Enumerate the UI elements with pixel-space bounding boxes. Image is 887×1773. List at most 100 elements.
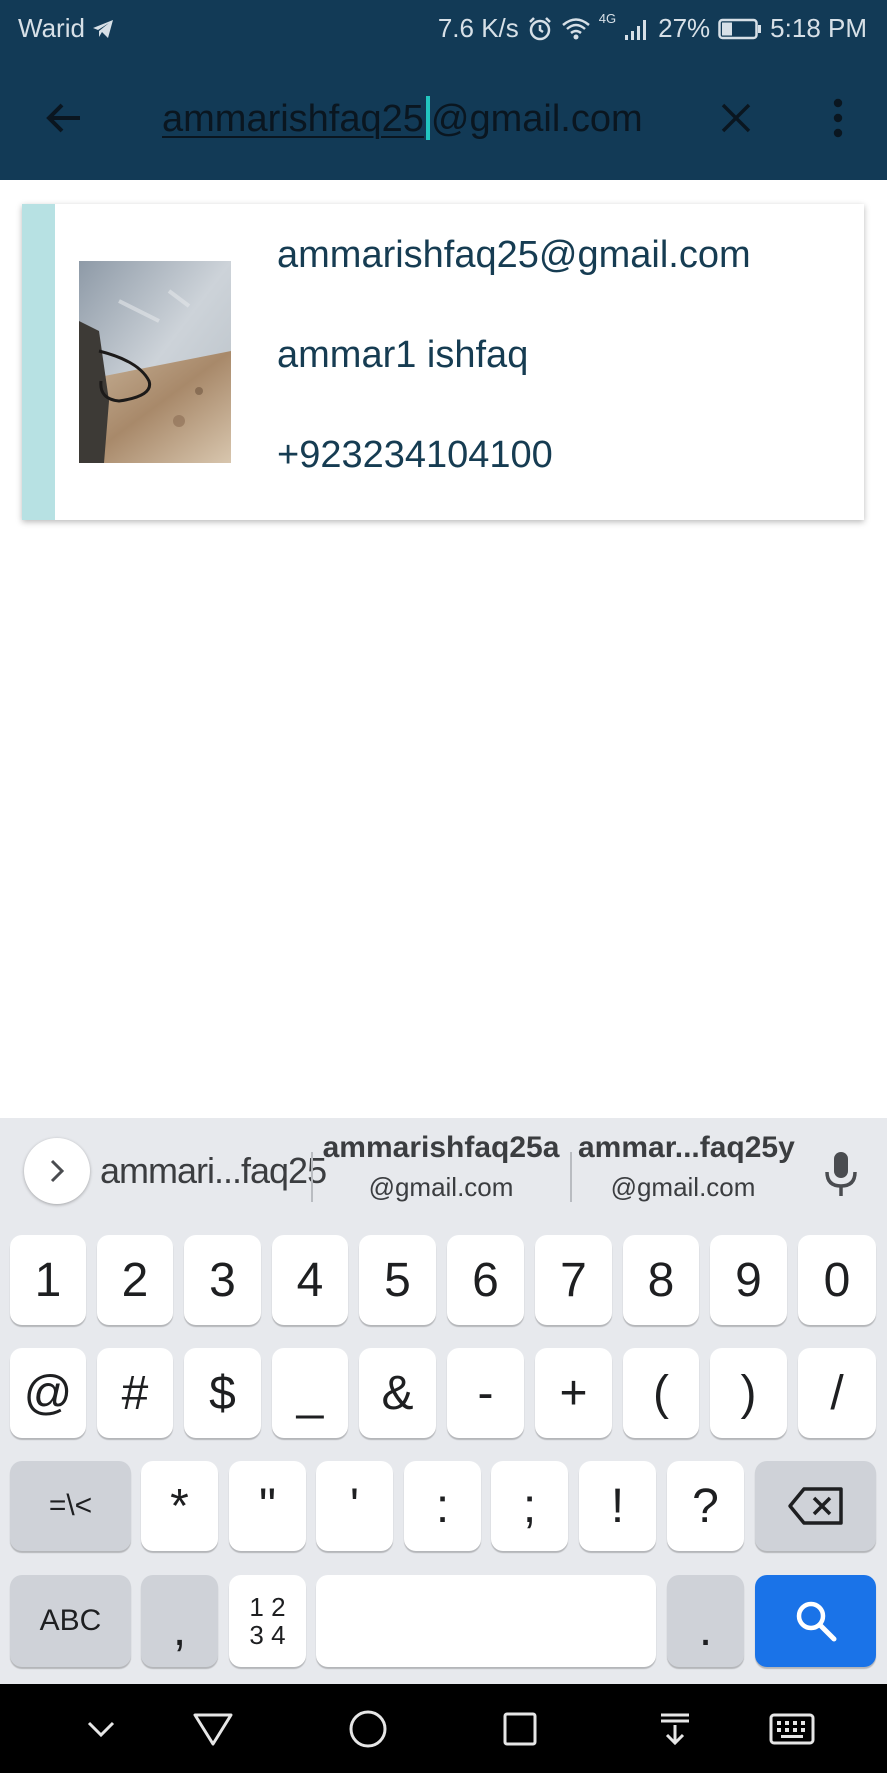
status-bar: Warid 7.6 K/s 4G 27% 5:18 PM — [0, 0, 887, 58]
suggestion-1[interactable]: ammari...faq25 — [100, 1150, 327, 1192]
hide-keyboard-button[interactable] — [76, 1704, 126, 1754]
key-3[interactable]: 3 — [184, 1235, 261, 1325]
key-colon[interactable]: : — [404, 1461, 481, 1551]
key-semicolon[interactable]: ; — [491, 1461, 568, 1551]
key-label: _ — [296, 1366, 324, 1420]
key-more-symbols[interactable]: =\< — [10, 1461, 131, 1551]
contact-result-card[interactable]: ammarishfaq25@gmail.com ammar1 ishfaq +9… — [22, 204, 864, 520]
suggestion-2[interactable]: ammarishfaq25a @gmail.com — [318, 1128, 564, 1206]
switch-keyboard-button[interactable] — [762, 1704, 822, 1754]
contact-phone: +923234104100 — [277, 434, 553, 476]
key-label: ) — [740, 1366, 757, 1420]
clock: 5:18 PM — [770, 13, 867, 43]
key-label: - — [477, 1366, 494, 1420]
suggestion-divider — [570, 1152, 572, 1202]
key-label: 7 — [560, 1253, 587, 1307]
key-comma[interactable]: , — [141, 1575, 218, 1667]
key-slash[interactable]: / — [798, 1348, 876, 1438]
key-label: $ — [209, 1366, 236, 1420]
key-label: 8 — [647, 1253, 675, 1307]
key-period[interactable]: . — [667, 1575, 744, 1667]
key-label: ; — [522, 1479, 537, 1533]
key-label: / — [830, 1366, 844, 1420]
keyboard-icon — [769, 1713, 815, 1745]
wifi-icon — [561, 17, 591, 41]
key-single-quote[interactable]: ' — [316, 1461, 393, 1551]
key-asterisk[interactable]: * — [141, 1461, 218, 1551]
search-input[interactable]: ammarishfaq25 @gmail.com — [162, 88, 670, 150]
backspace-key[interactable] — [755, 1461, 876, 1551]
carrier-name: Warid — [18, 13, 85, 43]
suggestion-divider — [311, 1152, 313, 1202]
soft-keyboard: ammari...faq25 ammarishfaq25a @gmail.com… — [0, 1118, 887, 1684]
key-close-paren[interactable]: ) — [710, 1348, 787, 1438]
search-key[interactable] — [755, 1575, 876, 1667]
key-label: , — [172, 1602, 187, 1656]
key-label: 0 — [823, 1253, 851, 1307]
telegram-icon — [91, 18, 115, 40]
battery-icon — [718, 17, 762, 41]
key-0[interactable]: 0 — [798, 1235, 876, 1325]
notification-pull-button[interactable] — [650, 1704, 700, 1754]
system-navigation-bar — [0, 1684, 887, 1773]
key-label: " — [258, 1479, 277, 1533]
key-plus[interactable]: + — [535, 1348, 612, 1438]
key-open-paren[interactable]: ( — [623, 1348, 699, 1438]
key-label: ? — [692, 1479, 719, 1533]
key-label: @ — [23, 1366, 73, 1420]
suggestion-3-line2: @gmail.com — [610, 1172, 756, 1202]
back-button[interactable] — [38, 92, 90, 144]
key-label: ABC — [39, 1604, 102, 1637]
voice-input-button[interactable] — [818, 1148, 864, 1200]
chevron-right-icon — [50, 1159, 65, 1183]
key-2[interactable]: 2 — [97, 1235, 173, 1325]
key-ampersand[interactable]: & — [359, 1348, 436, 1438]
contact-email: ammarishfaq25@gmail.com — [277, 234, 751, 276]
nav-recents-button[interactable] — [495, 1704, 545, 1754]
key-9[interactable]: 9 — [710, 1235, 787, 1325]
abc-key[interactable]: ABC — [10, 1575, 131, 1667]
key-7[interactable]: 7 — [535, 1235, 612, 1325]
key-label: & — [381, 1366, 414, 1420]
text-cursor — [425, 95, 430, 140]
contact-photo — [79, 261, 231, 463]
key-underscore[interactable]: _ — [272, 1348, 348, 1438]
triangle-back-icon — [193, 1713, 233, 1746]
battery-percent: 27% — [658, 13, 711, 43]
network-speed: 7.6 K/s — [437, 13, 519, 43]
key-label: 4 — [296, 1253, 324, 1307]
nav-home-button[interactable] — [343, 1704, 393, 1754]
pull-down-icon — [661, 1713, 689, 1746]
key-1[interactable]: 1 — [10, 1235, 86, 1325]
key-double-quote[interactable]: " — [229, 1461, 306, 1551]
search-typed-text: ammarishfaq25 — [162, 98, 424, 140]
key-5[interactable]: 5 — [359, 1235, 436, 1325]
key-label: * — [170, 1479, 189, 1533]
key-8[interactable]: 8 — [623, 1235, 699, 1325]
expand-suggestions-button[interactable] — [24, 1138, 90, 1204]
key-6[interactable]: 6 — [447, 1235, 524, 1325]
key-label: 6 — [472, 1253, 499, 1307]
key-question[interactable]: ? — [667, 1461, 744, 1551]
suggestion-3[interactable]: ammar...faq25y @gmail.com — [578, 1128, 795, 1206]
backspace-icon — [787, 1487, 843, 1525]
square-recents-icon — [503, 1712, 537, 1746]
key-hash[interactable]: # — [97, 1348, 173, 1438]
key-label: ( — [653, 1366, 669, 1420]
status-right: 7.6 K/s 4G 27% 5:18 PM — [437, 11, 867, 44]
space-key[interactable] — [316, 1575, 656, 1667]
overflow-menu-button[interactable] — [812, 92, 864, 144]
key-at[interactable]: @ — [10, 1348, 86, 1438]
carrier-group: Warid — [18, 13, 115, 44]
key-minus[interactable]: - — [447, 1348, 524, 1438]
clear-search-button[interactable] — [710, 92, 762, 144]
alarm-icon — [527, 16, 553, 42]
key-label: 2 — [121, 1253, 149, 1307]
key-label-line2: 3 4 — [249, 1620, 286, 1650]
key-label: 9 — [735, 1253, 762, 1307]
key-exclamation[interactable]: ! — [579, 1461, 656, 1551]
key-4[interactable]: 4 — [272, 1235, 348, 1325]
nav-back-button[interactable] — [188, 1704, 238, 1754]
numeric-pad-key[interactable]: 1 2 3 4 — [229, 1575, 306, 1667]
key-dollar[interactable]: $ — [184, 1348, 261, 1438]
